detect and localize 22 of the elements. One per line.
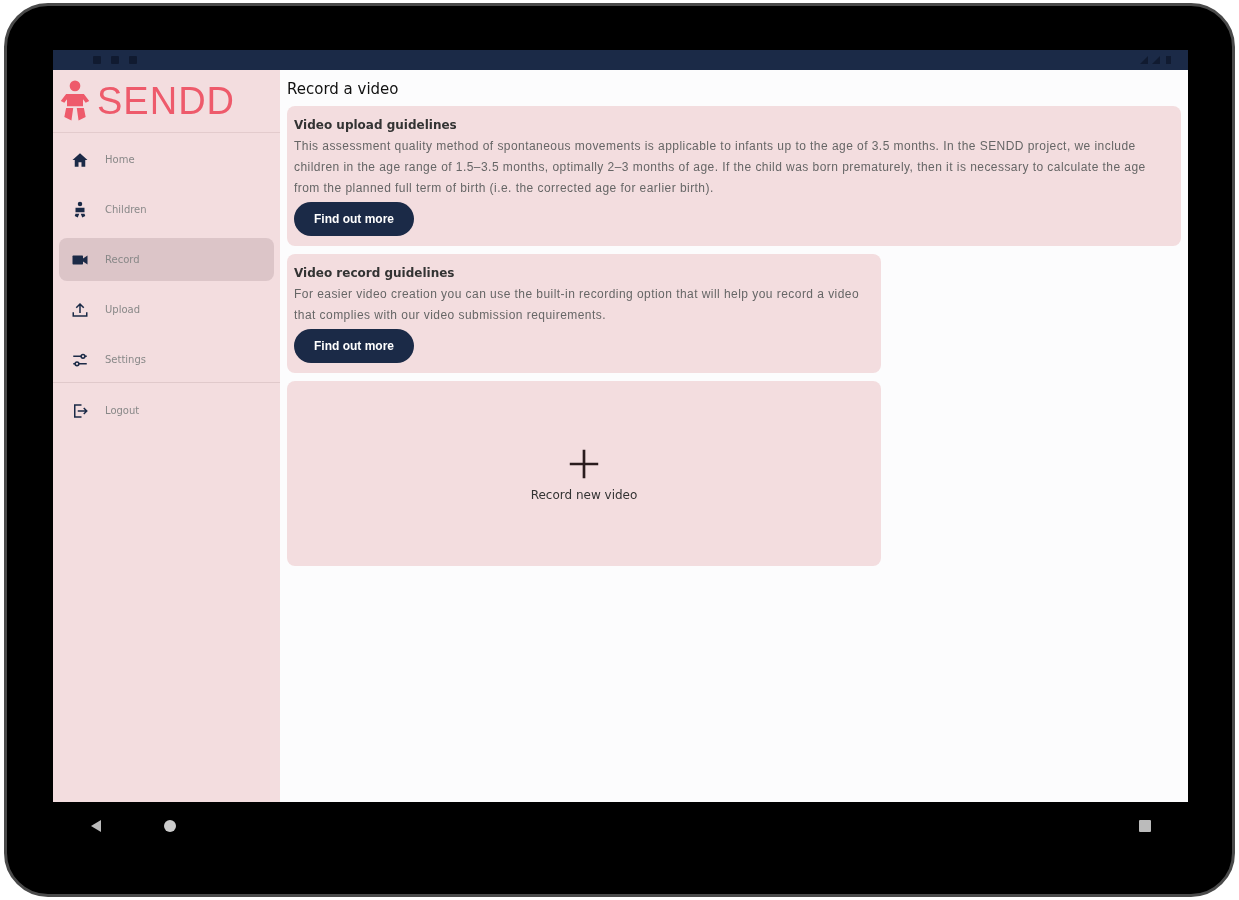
home-button-icon[interactable] (163, 819, 177, 833)
card-title: Video upload guidelines (294, 118, 457, 132)
find-out-more-button[interactable]: Find out more (294, 329, 414, 363)
nav-item[interactable]: Children (59, 188, 274, 231)
find-out-more-button[interactable]: Find out more (294, 202, 414, 236)
card-title: Video record guidelines (294, 266, 455, 280)
card-label: Record new video (530, 487, 638, 502)
nav-item[interactable]: Record (59, 238, 274, 281)
back-icon[interactable] (89, 819, 103, 833)
nav-item[interactable]: Settings (59, 338, 274, 381)
logout-icon (71, 401, 89, 420)
card-text: This assessment quality method of spontaneous movements is applicable to infants up to the age of 3.5 months. In the SENDD project, we include children in the age range of 1.5–3.5 months, optimally 2–3 months of age. If the child was born prematurely, then it is necessary to calculate the age from the planned full term of birth (i.e. the corrected age for earlier birth). (294, 138, 1147, 197)
record-new-video-card[interactable]: Record new video (287, 381, 881, 566)
nav-item[interactable]: Logout (59, 389, 274, 432)
card-text: For easier video creation you can use the built-in recording option that will help you record a video that complies with our video submission requirements. (294, 286, 861, 324)
page-title: Record a video (287, 80, 399, 98)
recents-icon[interactable] (1138, 819, 1152, 833)
logo-text: SENDD (97, 79, 236, 123)
nav-item[interactable]: Upload (59, 288, 274, 331)
nav-item[interactable]: Home (59, 138, 274, 181)
plus-icon (568, 447, 600, 480)
upload-icon (71, 300, 89, 319)
